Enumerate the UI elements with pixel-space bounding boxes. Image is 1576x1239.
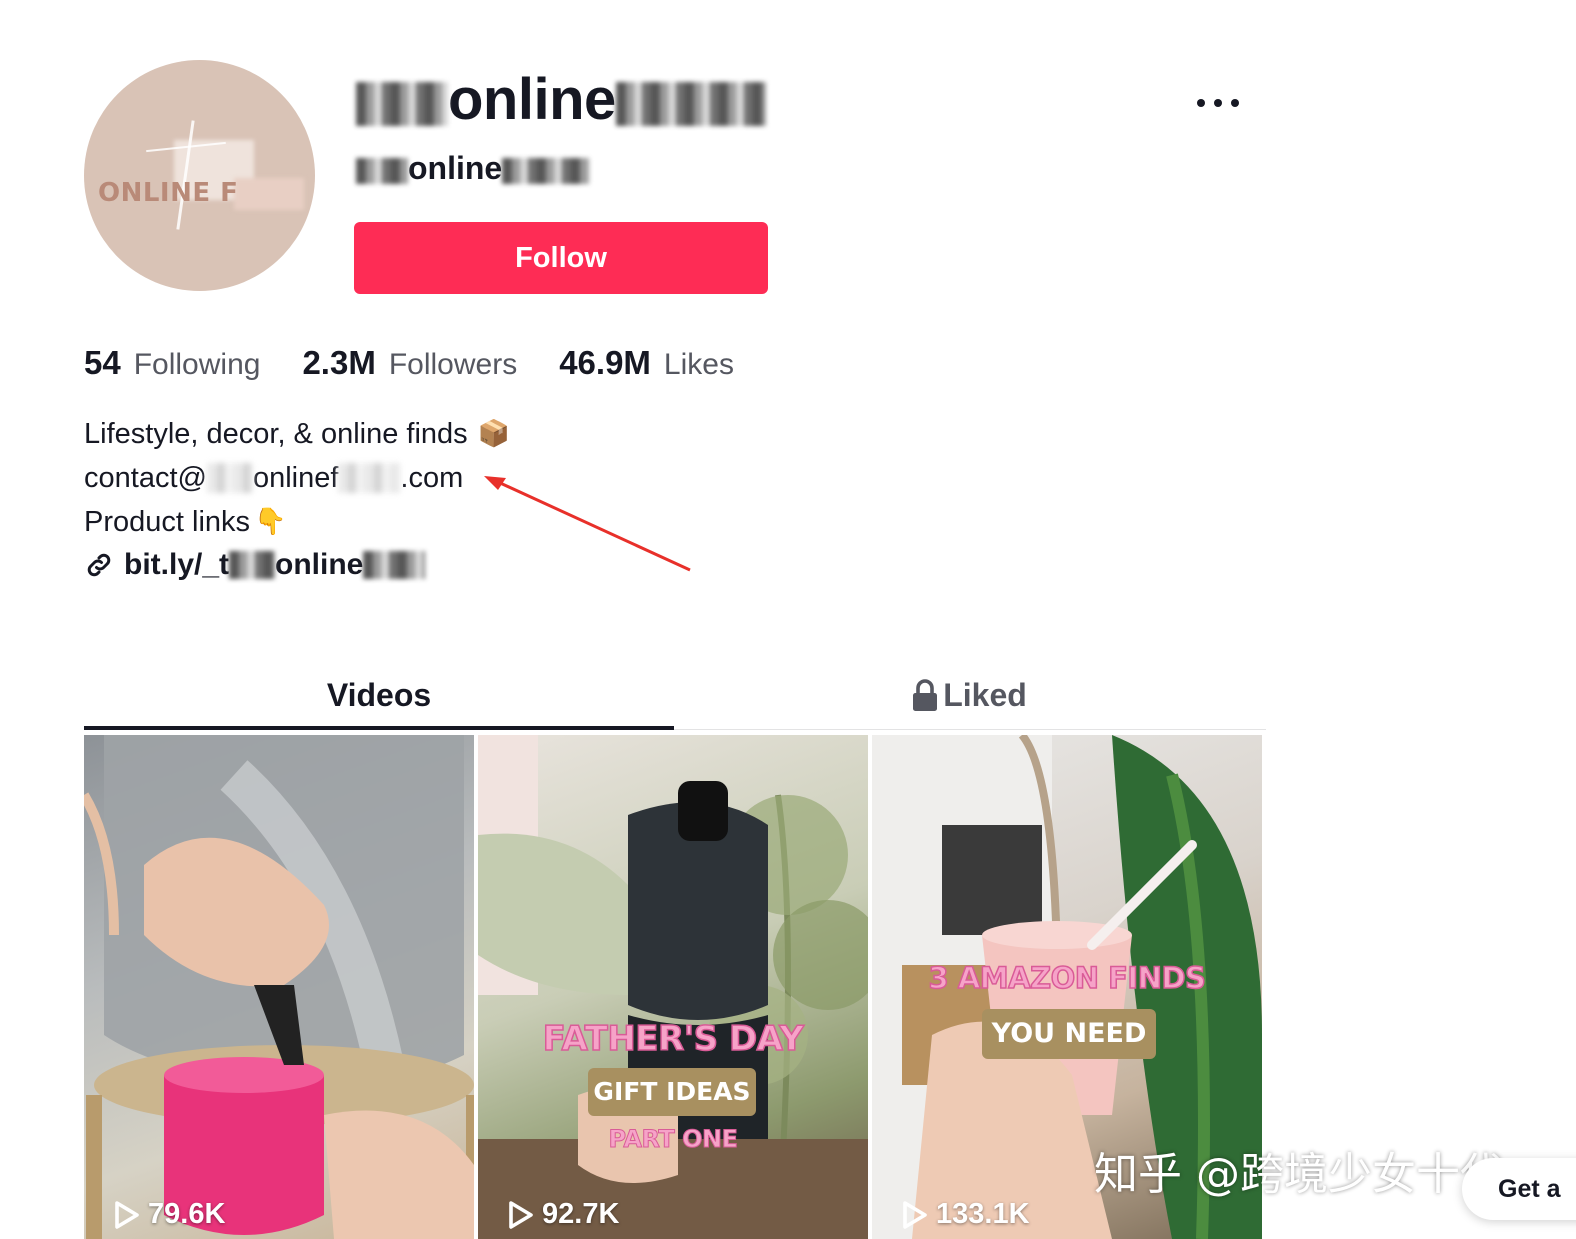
username-text: online	[408, 150, 503, 186]
profile-username: online	[356, 150, 591, 187]
pointing-down-emoji-icon: 👇	[254, 507, 287, 537]
tab-label: Videos	[326, 676, 432, 713]
video-overlay-pill: YOU NEED	[982, 1009, 1156, 1059]
play-icon	[509, 1200, 533, 1229]
video-view-count: 92.7K	[508, 1198, 619, 1231]
following-count: 54	[84, 344, 121, 381]
more-horizontal-icon	[1231, 99, 1239, 107]
zhihu-watermark: 知乎 @跨境少女十代	[1094, 1149, 1504, 1200]
more-options-button[interactable]	[1193, 86, 1243, 120]
video-overlay-title: FATHER'S DAY	[542, 1018, 805, 1060]
username-redaction	[356, 157, 408, 184]
video-grid: 79.6K FATHER'S DAY GIFT IDEAS PART ONE 9…	[84, 735, 1262, 1239]
tab-liked[interactable]: Liked	[674, 660, 1264, 730]
tab-videos[interactable]: Videos	[84, 660, 674, 730]
play-icon	[115, 1200, 139, 1229]
link-redaction	[363, 551, 426, 579]
bio-line: Product links 👇	[84, 500, 510, 544]
active-tab-indicator	[84, 726, 674, 730]
view-count-text: 92.7K	[542, 1198, 620, 1230]
video-overlay-pill: GIFT IDEAS	[588, 1068, 756, 1116]
more-horizontal-icon	[1214, 99, 1222, 107]
video-card[interactable]: FATHER'S DAY GIFT IDEAS PART ONE 92.7K	[478, 735, 868, 1239]
name-redaction	[615, 81, 766, 126]
likes-label: Likes	[663, 348, 734, 381]
username-redaction	[502, 157, 591, 184]
email-redaction	[338, 463, 401, 493]
video-overlay-title: 3 AMAZON FINDS	[928, 960, 1207, 996]
avatar-logo-text: ONLINE F	[98, 178, 239, 208]
package-emoji-icon: 📦	[477, 419, 511, 449]
following-label: Following	[133, 348, 261, 381]
view-count-text: 79.6K	[148, 1198, 226, 1230]
profile-tabs: Videos Liked	[84, 660, 1266, 730]
profile-avatar[interactable]: ONLINE F	[84, 60, 315, 291]
profile-display-name: online	[356, 66, 766, 133]
bio-email: contact@ onlinef .com	[84, 456, 510, 500]
tab-label: Liked	[943, 676, 1027, 713]
email-redaction	[206, 463, 253, 493]
email-suffix: .com	[400, 462, 464, 494]
video-view-count: 79.6K	[114, 1198, 225, 1231]
get-app-button[interactable]: Get a	[1462, 1158, 1576, 1220]
lock-icon	[913, 679, 938, 711]
likes-stat: 46.9M Likes	[559, 344, 734, 382]
followers-label: Followers	[388, 348, 518, 381]
bio-text: Product links	[84, 506, 251, 538]
name-redaction	[356, 81, 448, 126]
video-overlay-subtitle: PART ONE	[608, 1125, 738, 1154]
email-middle: onlinef	[252, 462, 339, 494]
follow-button[interactable]: Follow	[354, 222, 768, 294]
video-thumbnail	[478, 735, 868, 1239]
bio-line: Lifestyle, decor, & online finds 📦	[84, 412, 510, 456]
video-thumbnail	[84, 735, 474, 1239]
link-prefix: bit.ly/_t	[124, 548, 230, 581]
avatar-redaction	[234, 178, 304, 210]
followers-count: 2.3M	[302, 344, 376, 381]
video-card[interactable]: 79.6K	[84, 735, 474, 1239]
email-prefix: contact@	[84, 462, 207, 494]
link-icon	[87, 553, 111, 577]
bio-text: Lifestyle, decor, & online finds	[84, 418, 468, 450]
profile-stats: 54 Following 2.3M Followers 46.9M Likes	[84, 344, 776, 382]
view-count-text: 133.1K	[936, 1198, 1030, 1230]
more-horizontal-icon	[1197, 99, 1205, 107]
link-middle: online	[275, 548, 364, 581]
video-view-count: 133.1K	[902, 1198, 1030, 1231]
profile-bio: Lifestyle, decor, & online finds 📦 conta…	[84, 412, 510, 544]
link-redaction	[229, 551, 276, 579]
followers-stat[interactable]: 2.3M Followers	[302, 344, 517, 382]
likes-count: 46.9M	[559, 344, 651, 381]
profile-link[interactable]: bit.ly/_t online	[84, 548, 426, 582]
following-stat[interactable]: 54 Following	[84, 344, 260, 382]
play-icon	[903, 1200, 927, 1229]
display-name-text: online	[448, 67, 616, 132]
